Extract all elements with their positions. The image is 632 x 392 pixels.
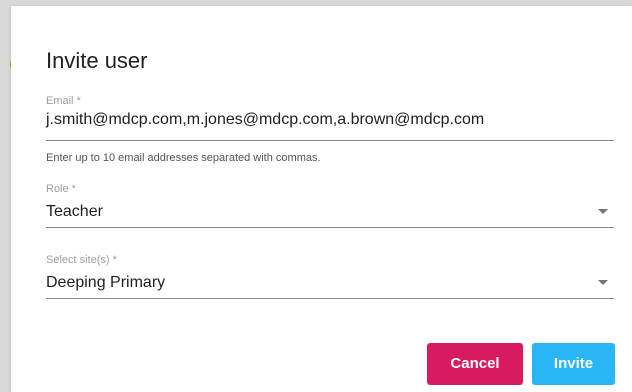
role-underline bbox=[46, 227, 614, 228]
role-select[interactable]: Role * Teacher bbox=[46, 182, 614, 232]
email-field[interactable]: Email * j.smith@mdcp.com,m.jones@mdcp.co… bbox=[46, 94, 614, 174]
role-label: Role * bbox=[46, 183, 76, 195]
site-label: Select site(s) * bbox=[46, 254, 117, 266]
invite-user-dialog: Invite user Email * j.smith@mdcp.com,m.j… bbox=[11, 6, 632, 392]
invite-button[interactable]: Invite bbox=[532, 343, 615, 385]
email-input[interactable]: j.smith@mdcp.com,m.jones@mdcp.com,a.brow… bbox=[46, 110, 484, 130]
chevron-down-icon[interactable] bbox=[598, 209, 608, 214]
dialog-title: Invite user bbox=[46, 48, 148, 73]
email-underline bbox=[46, 140, 614, 141]
cancel-button[interactable]: Cancel bbox=[427, 343, 523, 385]
backdrop bbox=[0, 0, 11, 392]
site-underline bbox=[46, 298, 614, 299]
role-value[interactable]: Teacher bbox=[46, 202, 103, 222]
site-select[interactable]: Select site(s) * Deeping Primary bbox=[46, 253, 614, 303]
site-value[interactable]: Deeping Primary bbox=[46, 273, 165, 293]
chevron-down-icon[interactable] bbox=[598, 280, 608, 285]
email-hint: Enter up to 10 email addresses separated… bbox=[46, 152, 321, 164]
email-label: Email * bbox=[46, 95, 81, 107]
